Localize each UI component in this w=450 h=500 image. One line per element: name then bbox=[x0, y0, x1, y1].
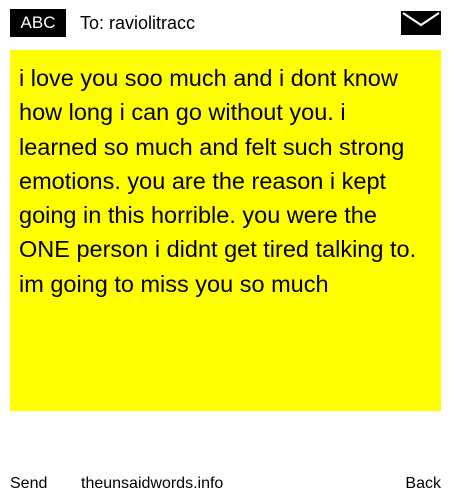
abc-badge[interactable]: ABC bbox=[10, 9, 66, 37]
footer-bar: Send theunsaidwords.info Back bbox=[0, 474, 450, 496]
send-button[interactable]: Send bbox=[10, 474, 47, 494]
recipient-field: To: raviolitracc bbox=[80, 13, 196, 33]
header: ABC To: raviolitracc bbox=[10, 8, 442, 38]
back-button[interactable]: Back bbox=[405, 474, 441, 494]
site-link[interactable]: theunsaidwords.info bbox=[81, 474, 223, 494]
envelope-icon[interactable] bbox=[400, 10, 442, 36]
message-body[interactable]: i love you soo much and i dont know how … bbox=[10, 50, 441, 411]
